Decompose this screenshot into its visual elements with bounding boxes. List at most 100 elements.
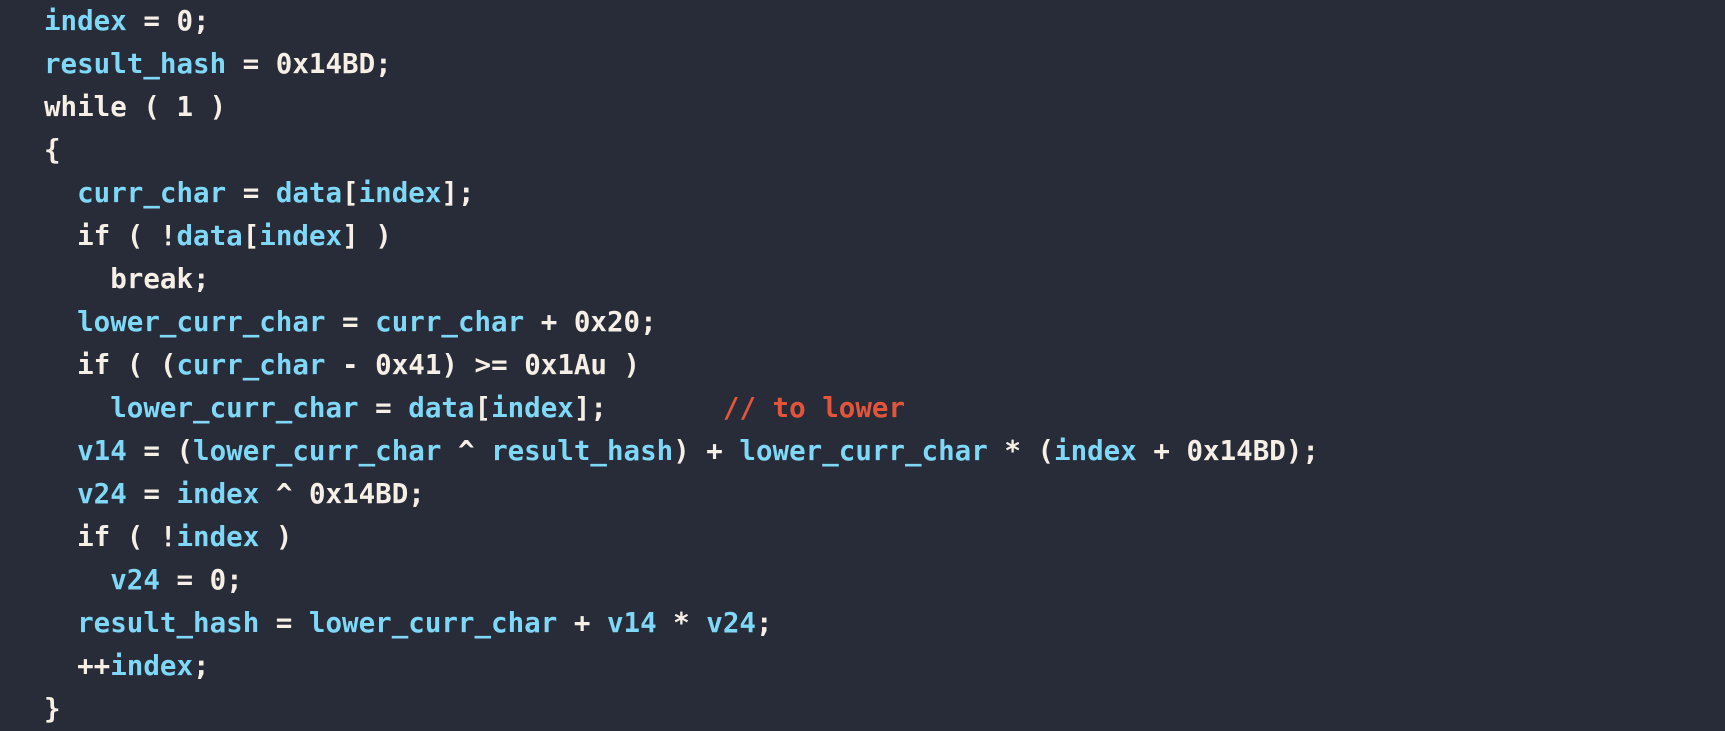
- code-token-num: 0x41: [375, 349, 442, 381]
- code-token-var: v24: [77, 478, 127, 510]
- code-token-var: data: [408, 392, 475, 424]
- code-line[interactable]: if ( !data[index] ): [44, 215, 1725, 258]
- code-line[interactable]: {: [44, 129, 1725, 172]
- code-token-punct: ;: [755, 607, 773, 639]
- code-token-plain: -: [325, 349, 376, 381]
- code-token-punct: ;: [375, 48, 392, 80]
- code-token-num: 0x14BD: [308, 478, 409, 510]
- code-token-var: v14: [606, 607, 657, 639]
- code-token-punct: ;: [193, 263, 210, 295]
- code-token-plain: =: [226, 48, 276, 80]
- code-token-var: curr_char: [176, 349, 326, 381]
- code-line[interactable]: while ( 1 ): [44, 86, 1725, 129]
- code-token-punct: ;: [193, 650, 210, 682]
- code-token-punct: ): [193, 91, 227, 123]
- code-token-num: 0x1Au: [524, 349, 607, 381]
- code-token-var: result_hash: [44, 48, 227, 80]
- code-token-plain: =: [259, 607, 309, 639]
- code-token-var: index: [110, 650, 194, 682]
- code-token-plain: ^: [441, 435, 492, 467]
- code-token-kw: if: [77, 521, 111, 553]
- code-token-plain: =: [126, 478, 177, 510]
- code-line[interactable]: if ( !index ): [44, 516, 1725, 559]
- code-token-punct: {: [44, 134, 61, 166]
- code-token-var: index: [176, 478, 260, 510]
- code-lines-container[interactable]: index = 0; result_hash = 0x14BD; while ( 1…: [44, 0, 1725, 731]
- code-token-var: result_hash: [491, 435, 674, 467]
- code-line[interactable]: v24 = index ^ 0x14BD;: [44, 473, 1725, 516]
- code-token-punct: ): [673, 435, 690, 467]
- code-token-punct: ( !: [110, 521, 177, 553]
- code-token-punct: (: [126, 91, 177, 123]
- code-token-num: 0x14BD: [1186, 435, 1286, 467]
- code-token-punct: ] ): [342, 220, 392, 252]
- code-line[interactable]: if ( (curr_char - 0x41) >= 0x1Au ): [44, 344, 1725, 387]
- code-line[interactable]: result_hash = 0x14BD;: [44, 43, 1725, 86]
- code-token-num: 0: [176, 5, 194, 37]
- code-token-var: v14: [77, 435, 127, 467]
- code-token-var: index: [176, 521, 260, 553]
- code-token-punct: [: [242, 220, 260, 252]
- code-token-punct: ];: [441, 177, 475, 209]
- code-token-var: lower_curr_char: [739, 435, 988, 467]
- code-token-var: data: [176, 220, 243, 252]
- code-token-punct: [: [474, 392, 492, 424]
- code-token-kw: if: [77, 349, 111, 381]
- code-line[interactable]: result_hash = lower_curr_char + v14 * v2…: [44, 602, 1725, 645]
- code-token-plain: =: [325, 306, 376, 338]
- code-token-plain: =: [159, 564, 210, 596]
- code-token-plain: ^: [259, 478, 309, 510]
- code-token-punct: (: [176, 435, 194, 467]
- code-token-var: curr_char: [77, 177, 227, 209]
- code-token-kw: break: [110, 263, 194, 295]
- code-line[interactable]: break;: [44, 258, 1725, 301]
- code-token-plain: ++: [77, 650, 111, 682]
- code-line[interactable]: }: [44, 688, 1725, 731]
- code-line[interactable]: curr_char = data[index];: [44, 172, 1725, 215]
- code-token-kw: while: [44, 91, 127, 123]
- code-token-var: data: [275, 177, 343, 209]
- code-token-punct: [: [342, 177, 359, 209]
- code-token-var: index: [44, 5, 127, 37]
- code-token-var: lower_curr_char: [77, 306, 326, 338]
- code-line[interactable]: v24 = 0;: [44, 559, 1725, 602]
- code-token-plain: =: [126, 5, 177, 37]
- code-token-num: 0x20: [573, 306, 641, 338]
- code-token-plain: *: [987, 435, 1038, 467]
- code-token-num: 0: [209, 564, 227, 596]
- code-token-var: curr_char: [375, 306, 525, 338]
- code-token-punct: (: [1037, 435, 1055, 467]
- code-token-plain: =: [126, 435, 177, 467]
- code-token-var: lower_curr_char: [110, 392, 359, 424]
- pseudocode-view[interactable]: . index = 0;result_hash = 0x14BD;while (…: [0, 0, 1725, 725]
- code-token-plain: +: [524, 306, 574, 338]
- code-token-kw: if: [77, 220, 111, 252]
- code-line[interactable]: lower_curr_char = data[index]; // to low…: [44, 387, 1725, 430]
- code-token-num: 0x14BD: [275, 48, 376, 80]
- code-token-var: index: [358, 177, 442, 209]
- code-line[interactable]: lower_curr_char = curr_char + 0x20;: [44, 301, 1725, 344]
- code-token-plain: +: [689, 435, 740, 467]
- code-token-num: 1: [176, 91, 194, 123]
- code-line[interactable]: v14 = (lower_curr_char ^ result_hash) + …: [44, 430, 1725, 473]
- code-token-punct: ( !: [110, 220, 177, 252]
- code-token-var: v24: [706, 607, 756, 639]
- code-token-var: index: [1054, 435, 1137, 467]
- code-token-cmt: // to lower: [722, 392, 906, 424]
- code-line[interactable]: ++index;: [44, 645, 1725, 688]
- code-token-punct: ];: [573, 392, 607, 424]
- code-token-punct: ;: [408, 478, 425, 510]
- code-line[interactable]: index = 0;: [44, 0, 1725, 43]
- code-token-var: v24: [110, 564, 160, 596]
